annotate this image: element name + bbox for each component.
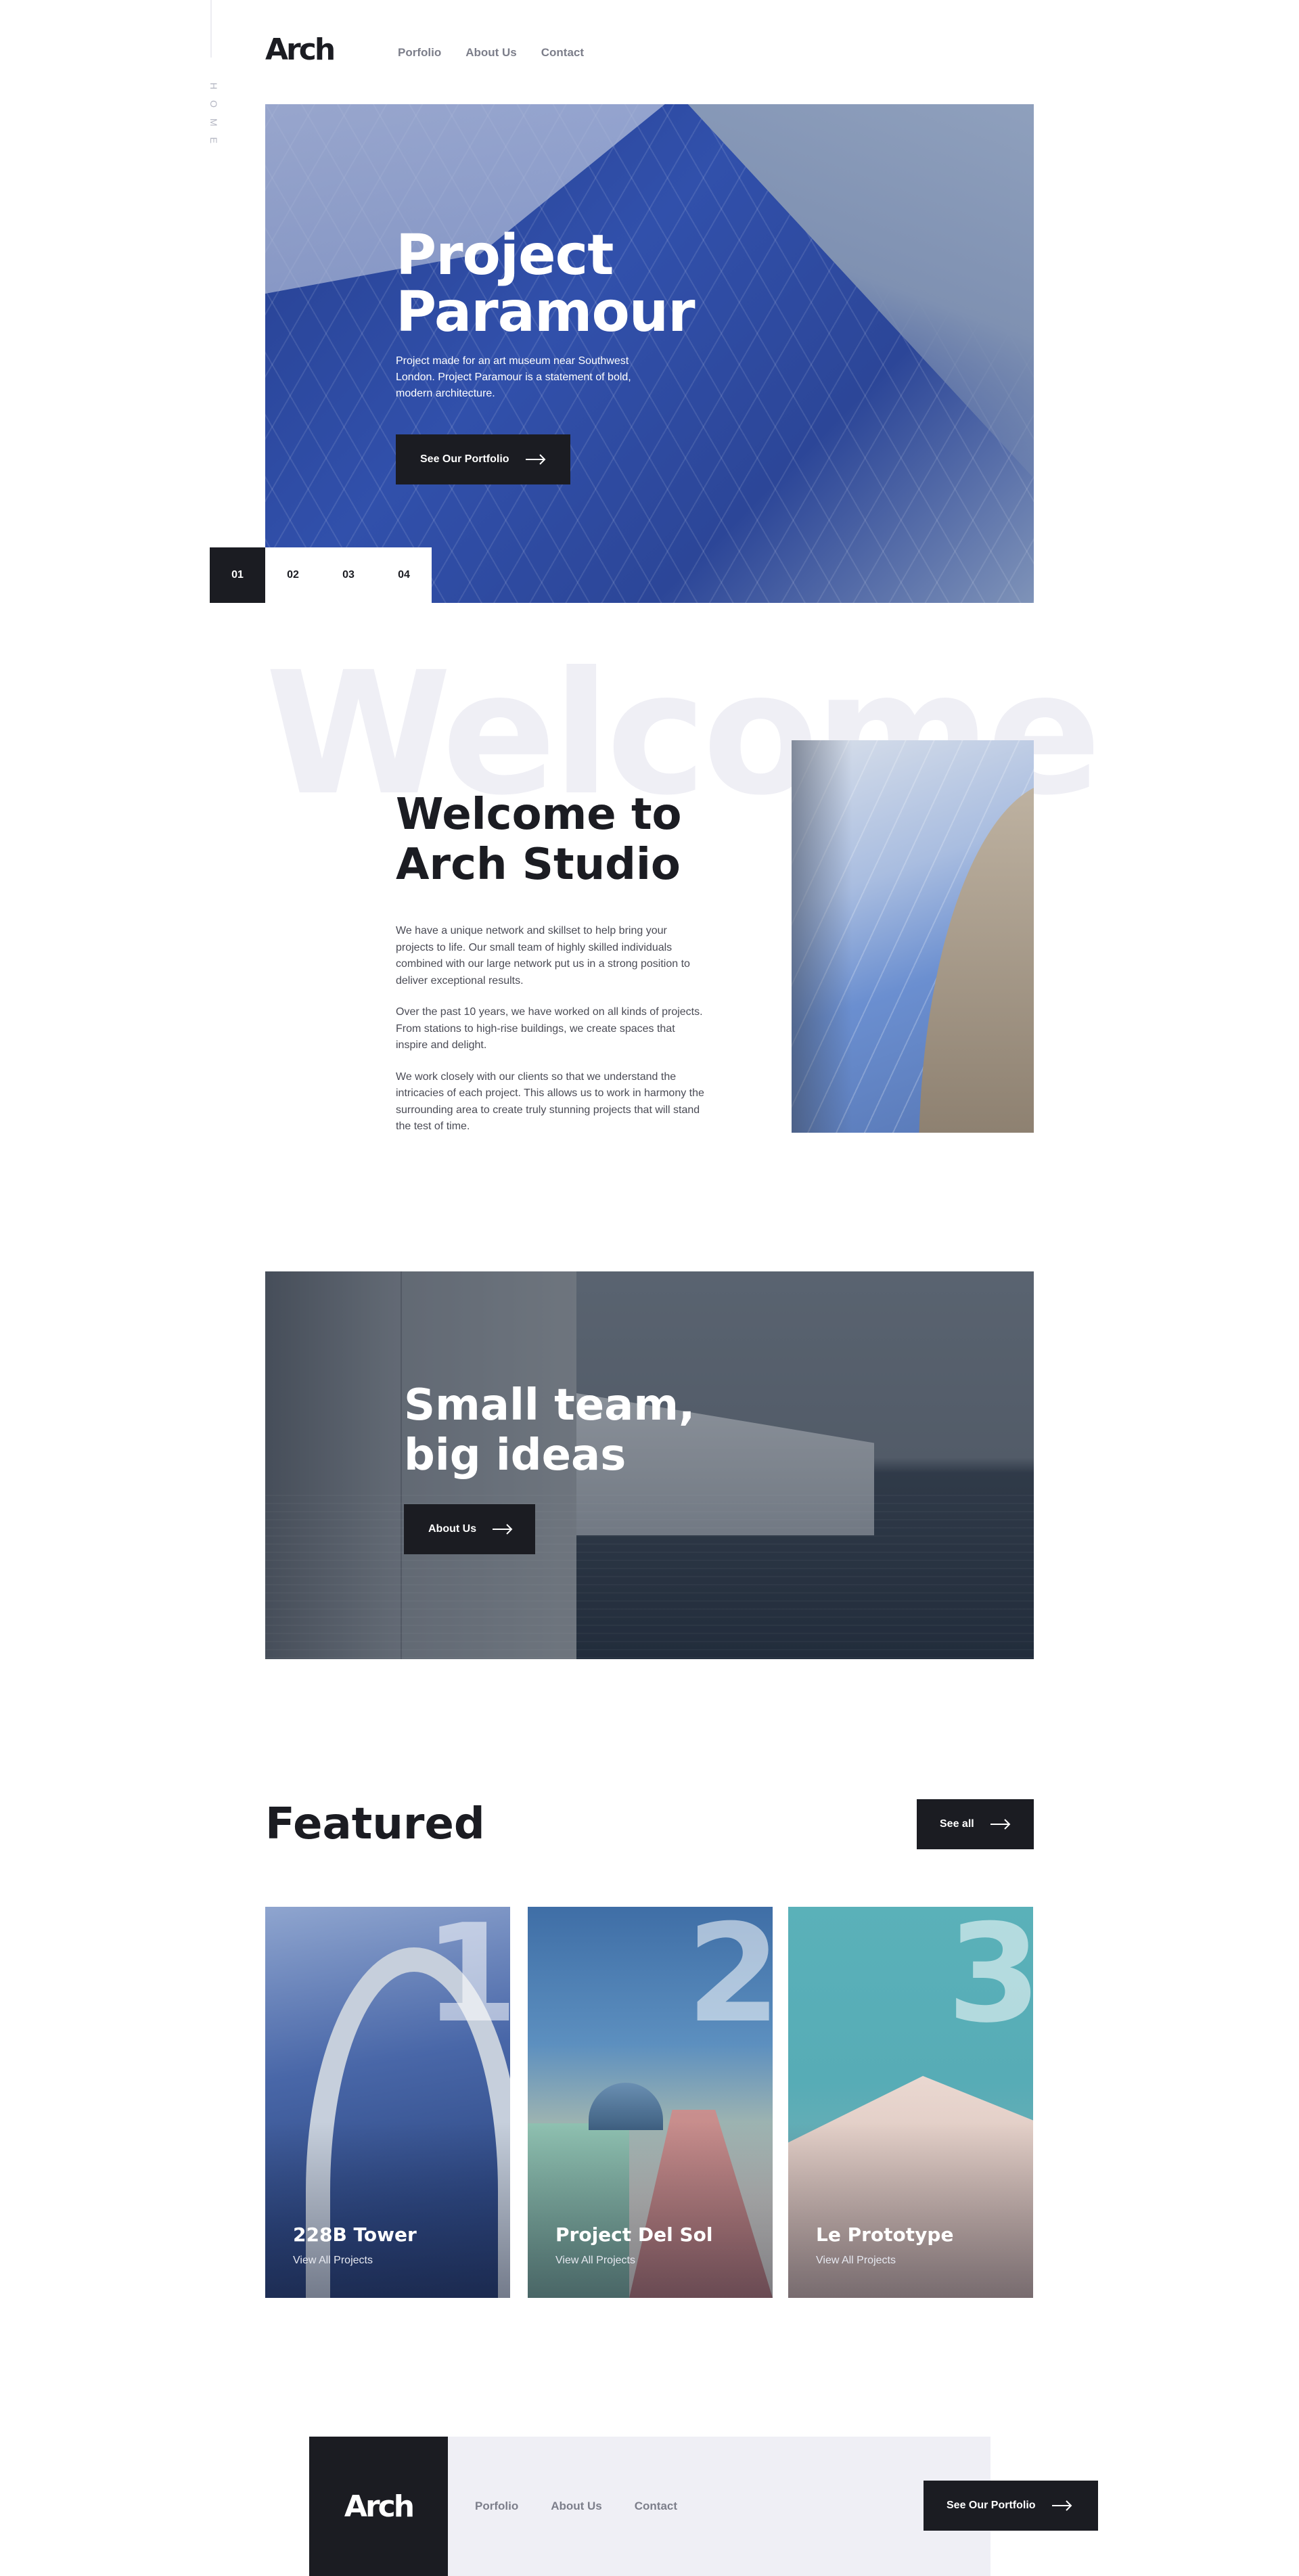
card-fade xyxy=(788,2121,1033,2298)
about-us-button[interactable]: About Us xyxy=(404,1504,535,1554)
page-side-label: HOME xyxy=(208,83,219,154)
team-title-line2: big ideas xyxy=(404,1430,626,1481)
see-all-button[interactable]: See all xyxy=(917,1799,1034,1849)
card-link: View All Projects xyxy=(816,2255,896,2266)
see-portfolio-button[interactable]: See Our Portfolio xyxy=(396,434,570,484)
hero-title: Project Paramour xyxy=(396,227,775,341)
card-fade xyxy=(265,2121,510,2298)
footer-logo[interactable]: Arch xyxy=(309,2437,448,2576)
nav-about-us[interactable]: About Us xyxy=(465,46,517,60)
nav-contact[interactable]: Contact xyxy=(541,46,584,60)
welcome-image-shade xyxy=(792,740,1034,1133)
card-number: 3 xyxy=(947,1907,1033,2053)
featured-card-228b-tower[interactable]: 1 228B Tower View All Projects xyxy=(265,1907,510,2298)
hero-slider-tabs: 01 02 03 04 xyxy=(210,547,432,603)
hero-description: Project made for an art museum near Sout… xyxy=(396,355,631,399)
card-link: View All Projects xyxy=(555,2255,635,2266)
footer-nav-portfolio[interactable]: Porfolio xyxy=(475,2500,518,2513)
welcome-paragraph-2: Over the past 10 years, we have worked o… xyxy=(396,1006,703,1051)
footer-nav: Porfolio About Us Contact xyxy=(475,2500,677,2513)
logo[interactable]: Arch xyxy=(265,32,336,67)
nav-portfolio[interactable]: Porfolio xyxy=(398,46,441,60)
card-fade xyxy=(528,2121,773,2298)
about-us-label: About Us xyxy=(428,1523,477,1535)
hero-title-line2: Paramour xyxy=(396,280,696,344)
welcome-title-line1: Welcome to xyxy=(396,790,682,840)
footer-portfolio-label: See Our Portfolio xyxy=(947,2500,1036,2511)
featured-card-le-prototype[interactable]: 3 Le Prototype View All Projects xyxy=(788,1907,1033,2298)
arrow-right-icon xyxy=(1051,2500,1072,2511)
card-title: 228B Tower xyxy=(293,2223,417,2246)
welcome-building-image xyxy=(792,740,1034,1133)
rail-line xyxy=(210,0,212,58)
team-banner: Small team, big ideas About Us xyxy=(265,1271,1034,1659)
see-all-label: See all xyxy=(940,1818,974,1830)
welcome-copy: We have a unique network and skillset to… xyxy=(396,923,707,1150)
main-nav: Porfolio About Us Contact xyxy=(398,46,584,60)
slide-tab-04[interactable]: 04 xyxy=(376,547,432,603)
card-title: Project Del Sol xyxy=(555,2223,713,2246)
welcome-paragraph-1: We have a unique network and skillset to… xyxy=(396,925,690,987)
welcome-paragraph-3: We work closely with our clients so that… xyxy=(396,1070,704,1133)
card-number: 1 xyxy=(424,1907,510,2053)
slide-tab-02[interactable]: 02 xyxy=(265,547,321,603)
footer-nav-about-us[interactable]: About Us xyxy=(551,2500,602,2513)
hero-title-line1: Project xyxy=(396,223,614,288)
footer-portfolio-button[interactable]: See Our Portfolio xyxy=(924,2481,1098,2531)
arrow-right-icon xyxy=(990,1819,1011,1830)
featured-card-project-del-sol[interactable]: 2 Project Del Sol View All Projects xyxy=(528,1907,773,2298)
slide-tab-01[interactable]: 01 xyxy=(210,547,265,603)
hero-banner: Project Paramour Project made for an art… xyxy=(265,104,1034,603)
arrow-right-icon xyxy=(525,454,545,465)
footer-nav-contact[interactable]: Contact xyxy=(635,2500,677,2513)
featured-title: Featured xyxy=(265,1799,485,1849)
card-number: 2 xyxy=(686,1907,773,2053)
card-link: View All Projects xyxy=(293,2255,373,2266)
see-portfolio-label: See Our Portfolio xyxy=(420,453,509,465)
welcome-title: Welcome to Arch Studio xyxy=(396,790,748,890)
team-title-line1: Small team, xyxy=(404,1380,696,1430)
welcome-title-line2: Arch Studio xyxy=(396,840,681,890)
slide-tab-03[interactable]: 03 xyxy=(321,547,376,603)
team-title: Small team, big ideas xyxy=(404,1380,756,1481)
arrow-right-icon xyxy=(493,1524,513,1535)
card-title: Le Prototype xyxy=(816,2223,954,2246)
